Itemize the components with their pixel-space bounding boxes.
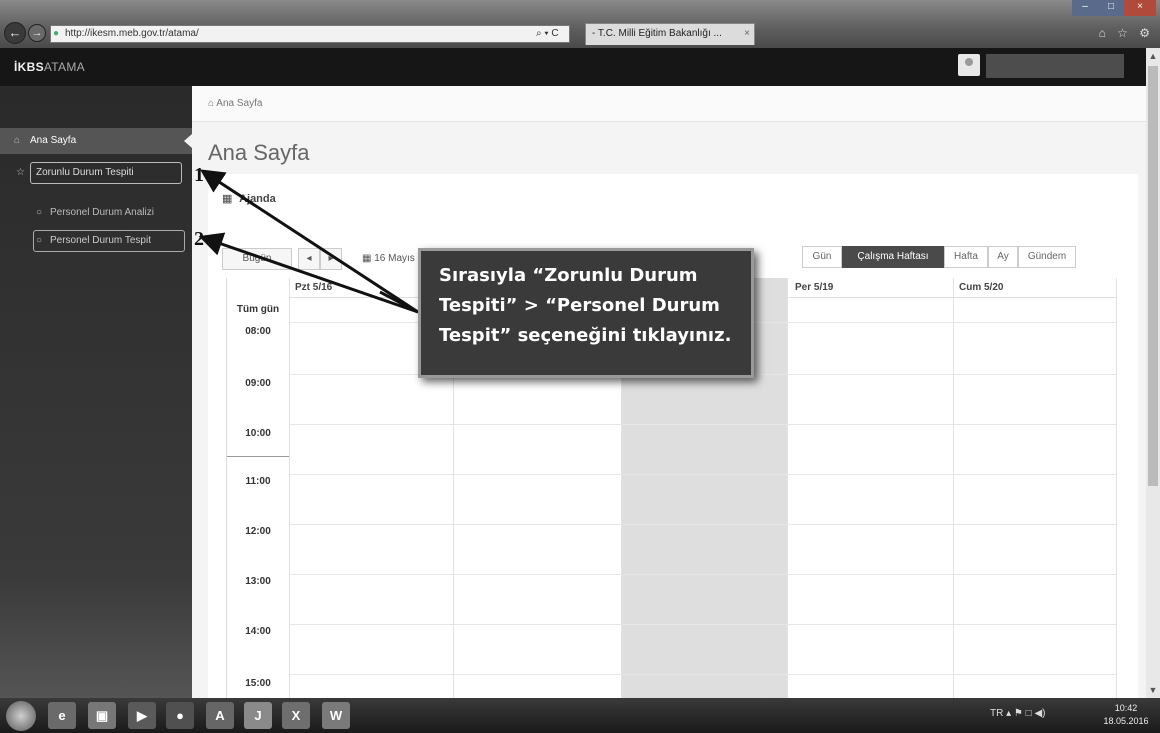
scroll-down-arrow[interactable]: ▼ [1146,682,1160,698]
app-header: İKBSATAMA [0,48,1160,86]
maximize-button[interactable]: □ [1098,0,1124,16]
clock-date: 18.05.2016 [1103,716,1149,726]
globe-icon: ● [53,28,60,39]
instruction-callout: Sırasıyla “Zorunlu Durum Tespiti” > “Per… [418,248,754,378]
url-text: http://ikesm.meb.gov.tr/atama/ [65,28,199,39]
calendar-icon: ▦ [362,253,375,264]
page-title: Ana Sayfa [208,140,310,165]
sidebar-item-label: Zorunlu Durum Tespiti [36,167,134,178]
acrobat-taskbar-icon[interactable]: A [206,702,234,729]
time-label: 10:00 [245,428,271,439]
row-divider [289,474,1117,475]
sidebar: ⌂ Ana Sayfa ☆ Zorunlu Durum Tespiti ○ Pe… [0,86,192,698]
brand-bold: İKBS [14,60,44,74]
folder-taskbar-icon[interactable]: ▣ [88,702,116,729]
sidebar-item-label: Ana Sayfa [30,135,77,146]
ie-taskbar-icon[interactable]: e [48,702,76,729]
sidebar-item-label: Personel Durum Tespit [50,235,151,246]
brand-logo[interactable]: İKBSATAMA [14,60,85,74]
brand-light: ATAMA [43,60,85,74]
row-divider [289,674,1117,675]
row-divider [289,574,1117,575]
clock-time: 10:42 [1114,703,1138,713]
column-divider [289,278,290,698]
minimize-button[interactable]: – [1072,0,1098,16]
callout-line: Sırasıyla “Zorunlu Durum [439,265,698,286]
marker-1: 1 [194,164,204,186]
close-window-button[interactable]: × [1124,0,1156,16]
time-label: 09:00 [245,378,271,389]
back-button[interactable]: ← [4,22,26,44]
marker-2: 2 [194,228,204,250]
media-player-taskbar-icon[interactable]: ▶ [128,702,156,729]
sidebar-item-home[interactable]: ⌂ Ana Sayfa [0,128,192,154]
search-refresh-icons[interactable]: ⌕ ▾ C [536,25,559,43]
next-button[interactable]: ▸ [320,248,342,270]
home-icon: ⌂ [14,135,21,146]
column-divider [1116,278,1117,698]
sidebar-item-zorunlu-durum-tespiti[interactable]: ☆ Zorunlu Durum Tespiti [0,160,192,186]
sidebar-item-personel-durum-analizi[interactable]: ○ Personel Durum Analizi [0,200,192,226]
date-text: 16 Mayıs [374,253,415,264]
tab-title: - T.C. Milli Eğitim Bakanlığı ... [592,28,722,39]
sidebar-item-personel-durum-tespit[interactable]: ○ Personel Durum Tespit [0,228,192,254]
row-divider [289,524,1117,525]
column-divider [953,278,954,698]
word-taskbar-icon[interactable]: W [322,702,350,729]
today-button[interactable]: Bugün [222,248,292,270]
row-divider [289,624,1117,625]
excel-taskbar-icon[interactable]: X [282,702,310,729]
system-clock[interactable]: 10:42 18.05.2016 [1098,702,1154,728]
time-label: 13:00 [245,576,271,587]
sidebar-item-label: Personel Durum Analizi [50,207,154,218]
tab-close-icon[interactable]: × [744,24,750,44]
callout-line: Tespit” seçeneğini tıklayınız. [439,325,732,346]
view-workweek-button[interactable]: Çalışma Haftası [842,246,944,268]
time-label: 15:00 [245,678,271,689]
browser-tab[interactable]: - T.C. Milli Eğitim Bakanlığı ... × [585,23,755,45]
view-agenda-button[interactable]: Gündem [1018,246,1076,268]
calendar-icon: ▦ [222,193,233,205]
window-controls: – □ × [1066,0,1156,16]
time-label: 11:00 [245,476,271,487]
circle-icon: ○ [36,235,43,246]
day-header-thursday: Per 5/19 [789,278,953,298]
breadcrumb-link[interactable]: Ana Sayfa [216,98,262,109]
time-label: 12:00 [245,526,271,537]
time-label: 14:00 [245,626,271,637]
star-icon: ☆ [16,167,25,178]
current-time-line [227,456,289,457]
scroll-up-arrow[interactable]: ▲ [1146,48,1160,64]
day-header-friday: Cum 5/20 [953,278,1117,298]
view-week-button[interactable]: Hafta [944,246,988,268]
page-scrollbar[interactable]: ▲ ▼ [1146,48,1160,698]
breadcrumb: ⌂ Ana Sayfa [192,86,1146,122]
row-divider [289,424,1117,425]
agenda-title: ▦ Ajanda [222,192,276,205]
main-content: ⌂ Ana Sayfa Ana Sayfa ▦ Ajanda Bugün ◂ ▸… [192,86,1146,698]
windows-taskbar: e ▣ ▶ ● A J X W TR ▴ ⚑ □ ◀) 10:42 18.05.… [0,698,1160,733]
avatar[interactable] [958,54,980,76]
start-button[interactable] [6,701,36,731]
view-day-button[interactable]: Gün [802,246,842,268]
agenda-title-text: Ajanda [239,193,276,205]
address-bar[interactable]: ● http://ikesm.meb.gov.tr/atama/ [50,25,570,43]
time-label: 08:00 [245,326,271,337]
java-taskbar-icon[interactable]: J [244,702,272,729]
view-month-button[interactable]: Ay [988,246,1018,268]
user-name-redacted[interactable] [986,54,1124,78]
browser-toolbar: ← → ● http://ikesm.meb.gov.tr/atama/ ⌕ ▾… [0,0,1160,48]
chrome-taskbar-icon[interactable]: ● [166,702,194,729]
callout-line: Tespiti” > “Personel Durum [439,295,720,316]
column-divider [787,278,788,698]
scroll-thumb[interactable] [1148,66,1158,486]
prev-button[interactable]: ◂ [298,248,320,270]
circle-icon: ○ [36,207,43,218]
all-day-label: Tüm gün [236,304,280,315]
system-tray[interactable]: TR ▴ ⚑ □ ◀) [990,708,1046,719]
home-favorites-settings-icons[interactable]: ⌂ ☆ ⚙ [1099,26,1154,40]
forward-button[interactable]: → [28,24,46,42]
